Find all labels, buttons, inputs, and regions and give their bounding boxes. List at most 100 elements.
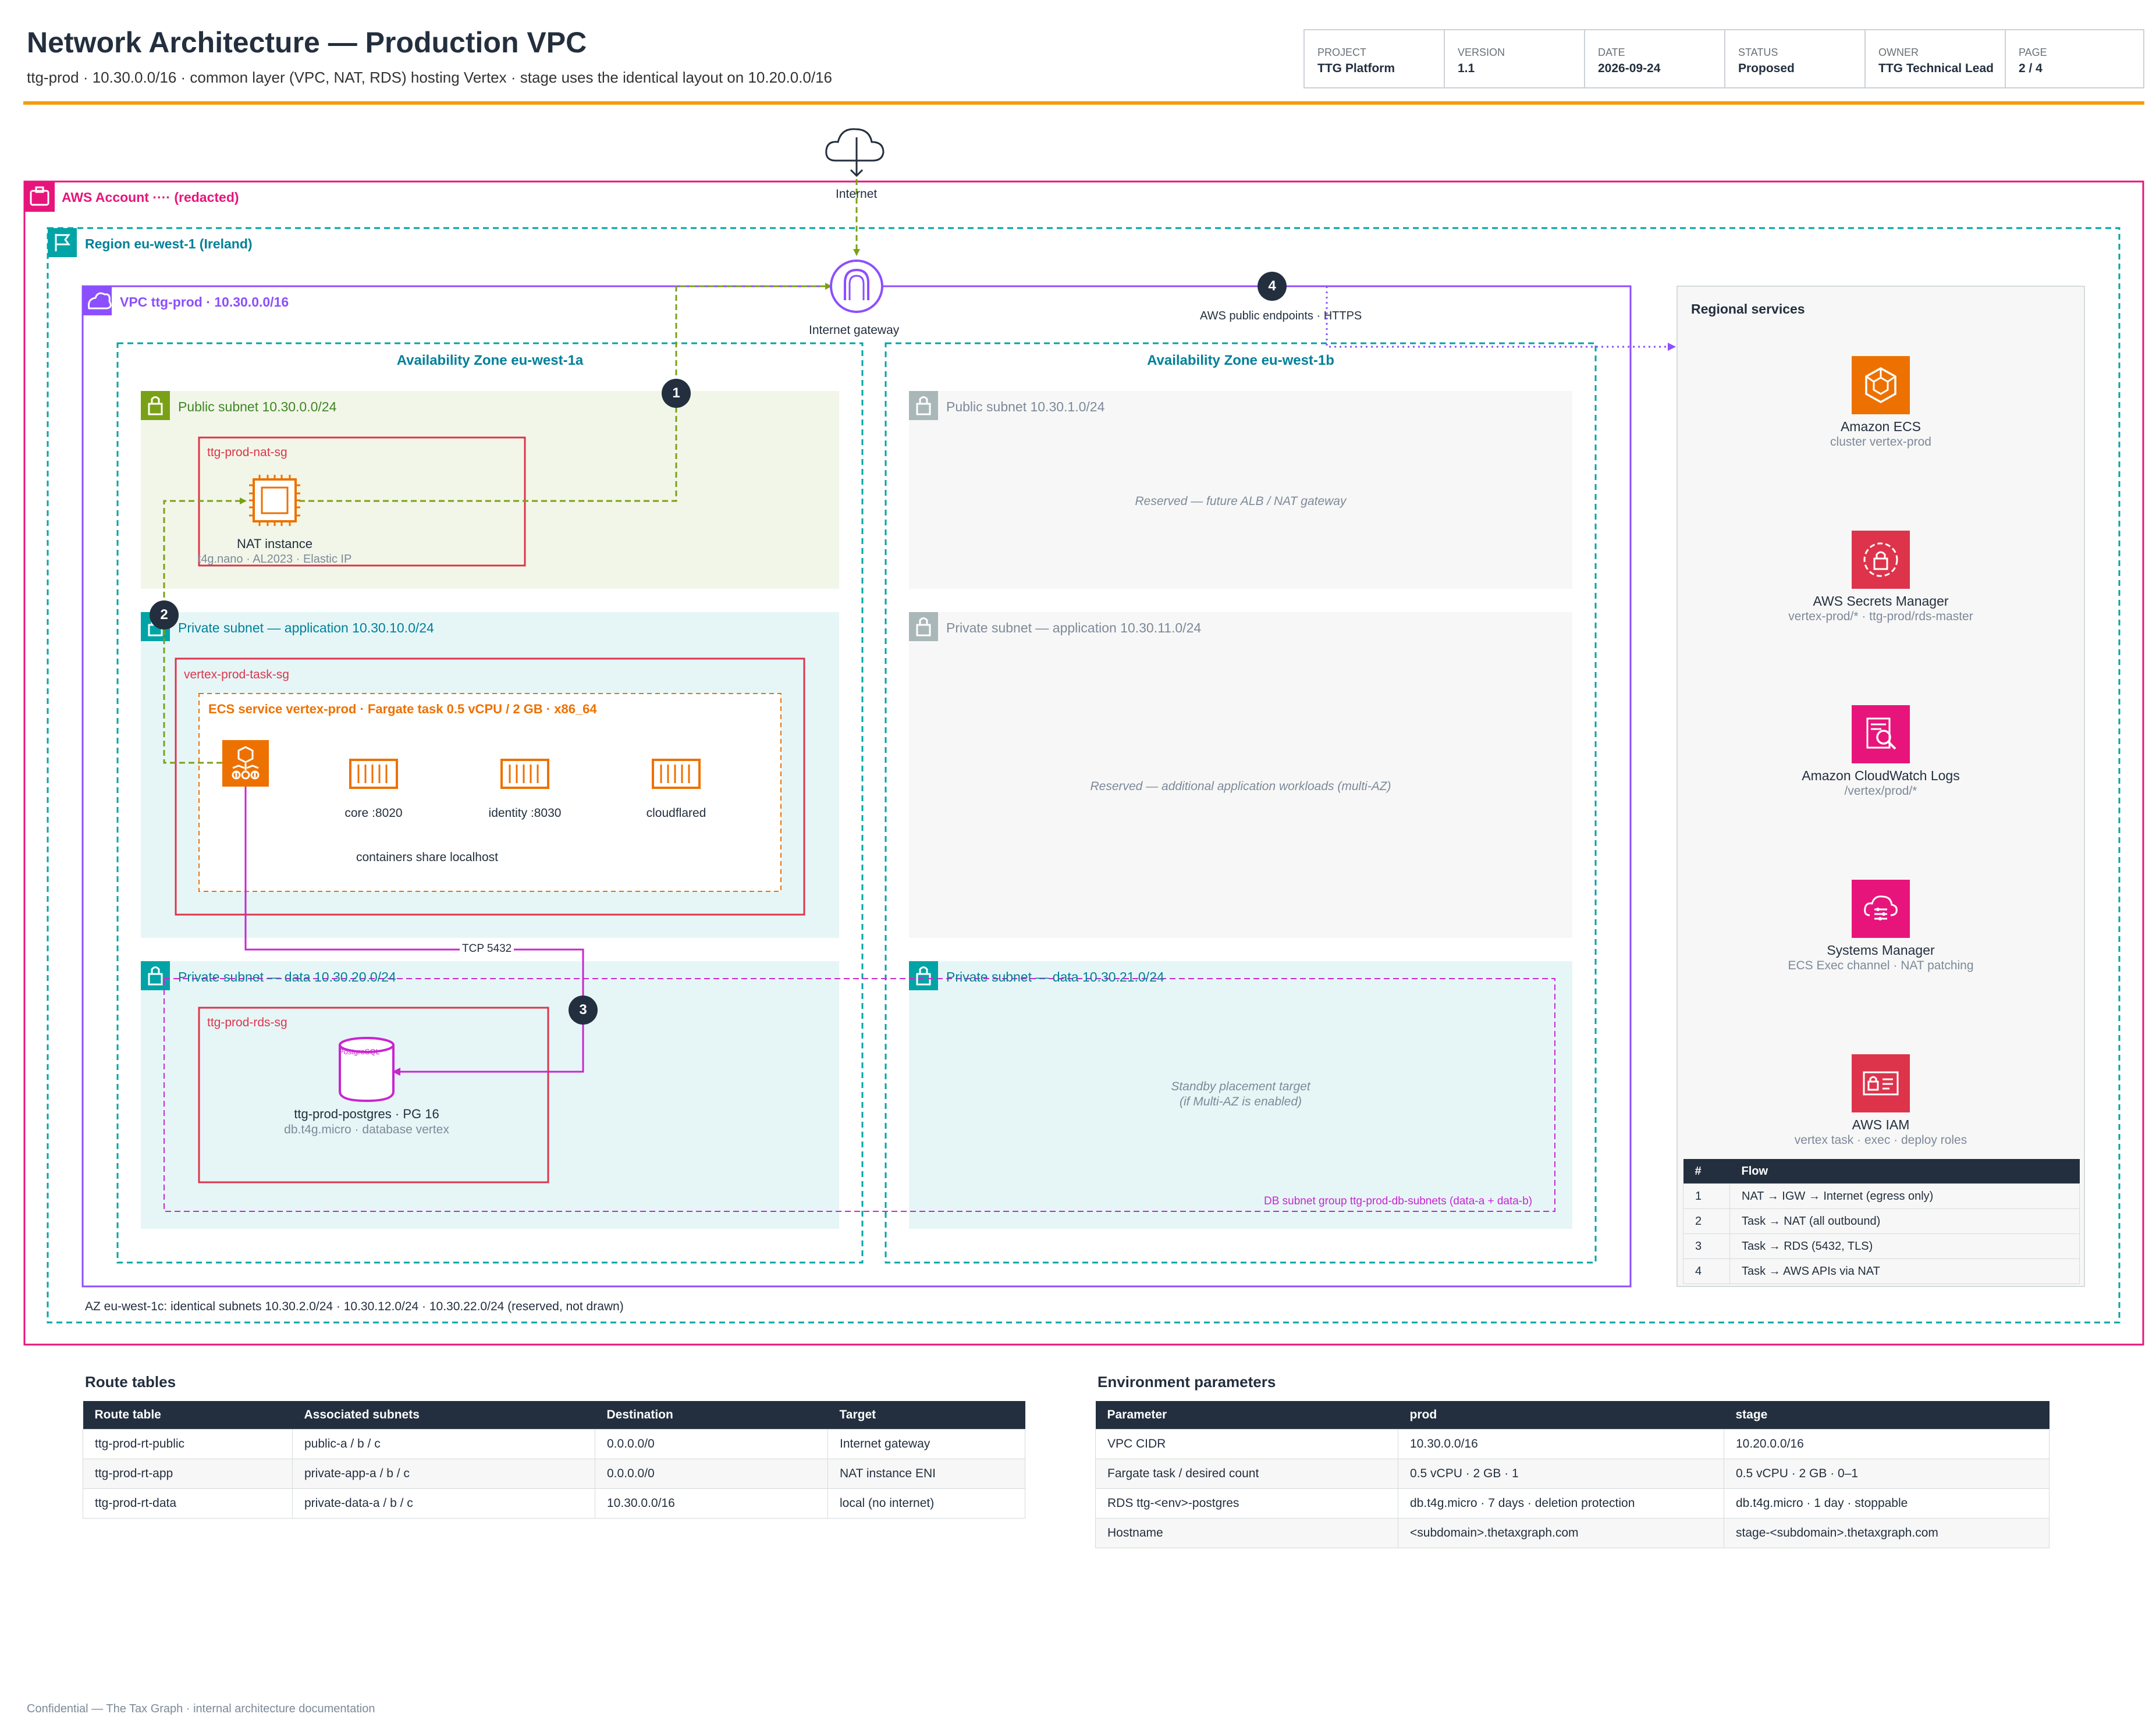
secrets-manager-icon <box>1852 531 1910 589</box>
data-subnet-a-lock-icon <box>141 961 170 990</box>
nat-instance-icon <box>249 475 300 526</box>
table-cell: Task → AWS APIs via NAT <box>1729 1258 2080 1284</box>
vpc-icon <box>83 286 112 315</box>
table-cell: local (no internet) <box>827 1488 1025 1519</box>
data-subnet-a-label: Private subnet — data 10.30.20.0/24 <box>178 969 396 984</box>
table-header-cell: Flow <box>1729 1159 2080 1184</box>
table-row: RDS ttg-<env>-postgres db.t4g.micro · 7 … <box>1095 1488 2050 1519</box>
table-cell: NAT instance ENI <box>827 1459 1025 1489</box>
iam-desc: vertex task · exec · deploy roles <box>1794 1133 1967 1147</box>
tcp-5432-label: TCP 5432 <box>460 943 514 955</box>
data-subnet-b-note-2: (if Multi-AZ is enabled) <box>1179 1095 1302 1108</box>
table-header-cell: stage <box>1724 1401 2050 1430</box>
data-subnet-b-label: Private subnet — data 10.30.21.0/24 <box>946 969 1164 984</box>
internet-label: Internet <box>836 187 878 201</box>
flow-badge-2: 2 <box>150 600 179 630</box>
nat-sg-label: ttg-prod-nat-sg <box>207 446 287 459</box>
endpoints-label: AWS public endpoints · HTTPS <box>1200 310 1362 322</box>
ecs-service-label: ECS service vertex-prod · Fargate task 0… <box>208 702 597 716</box>
table-cell: 4 <box>1683 1258 1730 1284</box>
table-cell: VPC CIDR <box>1095 1429 1398 1459</box>
route-tables-title: Route tables <box>85 1373 176 1391</box>
table-cell: 0.0.0.0/0 <box>595 1429 828 1459</box>
public-subnet-a-label: Public subnet 10.30.0.0/24 <box>178 399 337 414</box>
internet-gateway-icon <box>830 259 883 313</box>
app-subnet-a-label: Private subnet — application 10.30.10.0/… <box>178 620 434 635</box>
table-cell: 10.30.0.0/16 <box>1398 1429 1724 1459</box>
table-row: 4 Task → AWS APIs via NAT <box>1683 1258 2080 1284</box>
route-tables-table: Route table Associated subnets Destinati… <box>83 1401 1025 1519</box>
flow-badge-3: 3 <box>569 996 598 1025</box>
table-cell: 1 <box>1683 1183 1730 1209</box>
table-cell: Internet gateway <box>827 1429 1025 1459</box>
flow-task-to-aws-apis <box>1326 286 1676 351</box>
container-core-icon <box>349 759 398 789</box>
aws-account-label: AWS Account ···· (redacted) <box>62 190 239 205</box>
az-a-label: Availability Zone eu-west-1a <box>396 353 584 368</box>
cloudwatch-logs-desc: /vertex/prod/* <box>1844 784 1917 798</box>
env-params-title: Environment parameters <box>1097 1373 1276 1391</box>
table-header-cell: Target <box>827 1401 1025 1430</box>
container-core-label: core :8020 <box>344 806 403 820</box>
flow-badge-1: 1 <box>662 379 691 408</box>
table-header-cell: Parameter <box>1095 1401 1398 1430</box>
table-header-row: Route table Associated subnets Destinati… <box>83 1401 1025 1430</box>
systems-manager-icon <box>1852 880 1910 938</box>
data-subnet-b-lock-icon <box>909 961 938 990</box>
table-cell: ttg-prod-rt-app <box>83 1459 293 1489</box>
cloudwatch-logs-name: Amazon CloudWatch Logs <box>1802 768 1960 783</box>
app-subnet-b-note: Reserved — additional application worklo… <box>1090 780 1391 793</box>
architecture-diagram <box>23 128 2144 1346</box>
iam-icon <box>1852 1054 1910 1112</box>
systems-manager-desc: ECS Exec channel · NAT patching <box>1788 959 1974 972</box>
containers-note: containers share localhost <box>356 851 498 864</box>
table-cell: db.t4g.micro · 7 days · deletion protect… <box>1398 1488 1724 1519</box>
igw-label: Internet gateway <box>809 323 900 337</box>
rds-sg-label: ttg-prod-rds-sg <box>207 1016 287 1029</box>
table-cell: 0.5 vCPU · 2 GB · 0–1 <box>1724 1459 2050 1489</box>
db-subnet-group-label: DB subnet group ttg-prod-db-subnets (dat… <box>1264 1195 1533 1207</box>
table-cell: Hostname <box>1095 1518 1398 1548</box>
region-flag-icon <box>48 228 77 257</box>
flow-badge-4: 4 <box>1258 272 1287 301</box>
table-header-cell: Route table <box>83 1401 293 1430</box>
ecs-name: Amazon ECS <box>1840 419 1921 434</box>
flow-legend-table: # Flow 1 NAT → IGW → Internet (egress on… <box>1683 1159 2080 1284</box>
table-cell: 0.5 vCPU · 2 GB · 1 <box>1398 1459 1724 1489</box>
app-subnet-b-lock-icon <box>909 612 938 641</box>
table-cell: Fargate task / desired count <box>1095 1459 1398 1489</box>
table-row: Fargate task / desired count 0.5 vCPU · … <box>1095 1459 2050 1489</box>
table-cell: <subdomain>.thetaxgraph.com <box>1398 1518 1724 1548</box>
app-subnet-b <box>909 612 1572 938</box>
table-cell: public-a / b / c <box>292 1429 595 1459</box>
table-cell: Task → RDS (5432, TLS) <box>1729 1233 2080 1259</box>
table-cell: private-app-a / b / c <box>292 1459 595 1489</box>
table-row: 2 Task → NAT (all outbound) <box>1683 1208 2080 1234</box>
nat-instance-desc: t4g.nano · AL2023 · Elastic IP <box>197 553 352 566</box>
nat-instance-name: NAT instance <box>236 536 313 551</box>
vpc-label: VPC ttg-prod · 10.30.0.0/16 <box>120 294 289 310</box>
footer-text: Confidential — The Tax Graph · internal … <box>27 1702 375 1715</box>
container-cloudflared-label: cloudflared <box>646 806 706 820</box>
az-b-label: Availability Zone eu-west-1b <box>1147 353 1334 368</box>
table-cell: 3 <box>1683 1233 1730 1259</box>
secrets-manager-desc: vertex-prod/* · ttg-prod/rds-master <box>1788 610 1973 623</box>
public-subnet-b-lock-icon <box>909 391 938 420</box>
table-cell: private-data-a / b / c <box>292 1488 595 1519</box>
container-identity-label: identity :8030 <box>488 806 562 820</box>
table-cell: stage-<subdomain>.thetaxgraph.com <box>1724 1518 2050 1548</box>
table-header-row: # Flow <box>1683 1159 2080 1184</box>
aws-account-icon <box>24 182 55 212</box>
table-header-cell: Destination <box>595 1401 828 1430</box>
table-cell: NAT → IGW → Internet (egress only) <box>1729 1183 2080 1209</box>
container-identity-icon <box>500 759 549 789</box>
table-header-cell: prod <box>1398 1401 1724 1430</box>
regional-services-title: Regional services <box>1691 301 1805 317</box>
public-subnet-b-note: Reserved — future ALB / NAT gateway <box>1135 495 1347 508</box>
public-subnet-b-label: Public subnet 10.30.1.0/24 <box>946 399 1105 414</box>
table-cell: 0.0.0.0/0 <box>595 1459 828 1489</box>
table-row: ttg-prod-rt-public public-a / b / c 0.0.… <box>83 1429 1025 1459</box>
cloudwatch-logs-icon <box>1852 705 1910 763</box>
postgresql-icon-text: PostgreSQL <box>339 1047 380 1056</box>
table-row: ttg-prod-rt-app private-app-a / b / c 0.… <box>83 1459 1025 1489</box>
